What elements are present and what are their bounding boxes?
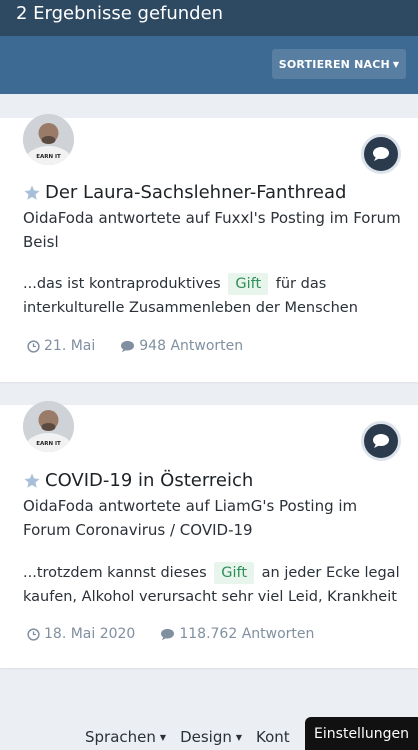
date-label: 18. Mai 2020 [44,626,136,642]
avatar[interactable]: EARN IT [23,114,74,165]
footer-links: Sprachen ▼ Design ▼ Kont [85,728,290,746]
comment-button[interactable] [361,134,401,174]
search-highlight: Gift [214,562,255,584]
caret-down-icon: ▼ [392,59,400,69]
search-highlight: Gift [228,273,269,295]
result-replies: 948 Antworten [120,338,243,354]
result-meta: OidaFoda antwortete auf Fuxxl's Posting … [23,209,401,251]
caret-down-icon: ▼ [159,732,167,742]
date-label: 21. Mai [44,338,96,354]
footer-link-contact[interactable]: Kont [256,728,290,746]
avatar[interactable]: EARN IT [23,401,74,452]
footer-link-label: Sprachen [85,728,156,746]
result-title-row[interactable]: COVID-19 in Österreich [23,469,253,493]
comment-icon [161,628,175,640]
result-stats: 18. Mai 2020 118.762 Antworten [27,626,314,642]
comment-icon [373,147,389,161]
footer-link-design[interactable]: Design ▼ [180,728,242,746]
footer-link-languages[interactable]: Sprachen ▼ [85,728,166,746]
comment-icon [121,340,135,352]
result-replies: 118.762 Antworten [160,626,314,642]
sort-button[interactable]: SORTIEREN NACH ▼ [272,49,406,79]
clock-icon [27,339,40,353]
result-card: EARN IT Der Laura-Sachslehner-Fanthread … [0,114,418,382]
settings-button[interactable]: Einstellungen [305,717,418,750]
footer-link-label: Design [180,728,232,746]
footer-link-label: Kont [256,728,290,746]
replies-label: 118.762 Antworten [179,626,315,642]
sort-button-label: SORTIEREN NACH [278,57,390,71]
result-title[interactable]: Der Laura-Sachslehner-Fanthread [45,181,346,205]
result-snippet: ...das ist kontraproduktives Gift für da… [23,272,408,320]
snippet-text: ...das ist kontraproduktives [23,276,221,292]
result-stats: 21. Mai 948 Antworten [27,338,243,354]
result-snippet: ...trotzdem kannst dieses Gift an jeder … [23,561,408,609]
caret-down-icon: ▼ [235,732,243,742]
replies-label: 948 Antworten [139,338,244,354]
comment-button[interactable] [361,421,401,461]
avatar-shirt-text: EARN IT [36,441,61,447]
star-icon[interactable] [23,472,41,490]
avatar-shirt-text: EARN IT [36,154,61,160]
star-icon[interactable] [23,184,41,202]
clock-icon [27,627,40,641]
results-count: 2 Ergebnisse gefunden [16,3,224,24]
snippet-text: ...trotzdem kannst dieses [23,565,207,581]
result-card: EARN IT COVID-19 in Österreich OidaFoda … [0,401,418,668]
search-results-header: 2 Ergebnisse gefunden SORTIEREN NACH ▼ [0,0,418,94]
comment-icon [373,434,389,448]
result-date[interactable]: 21. Mai [27,338,95,354]
result-date[interactable]: 18. Mai 2020 [27,626,135,642]
result-title-row[interactable]: Der Laura-Sachslehner-Fanthread [23,181,346,205]
result-title[interactable]: COVID-19 in Österreich [45,469,253,493]
result-meta: OidaFoda antwortete auf LiamG's Posting … [23,497,358,539]
